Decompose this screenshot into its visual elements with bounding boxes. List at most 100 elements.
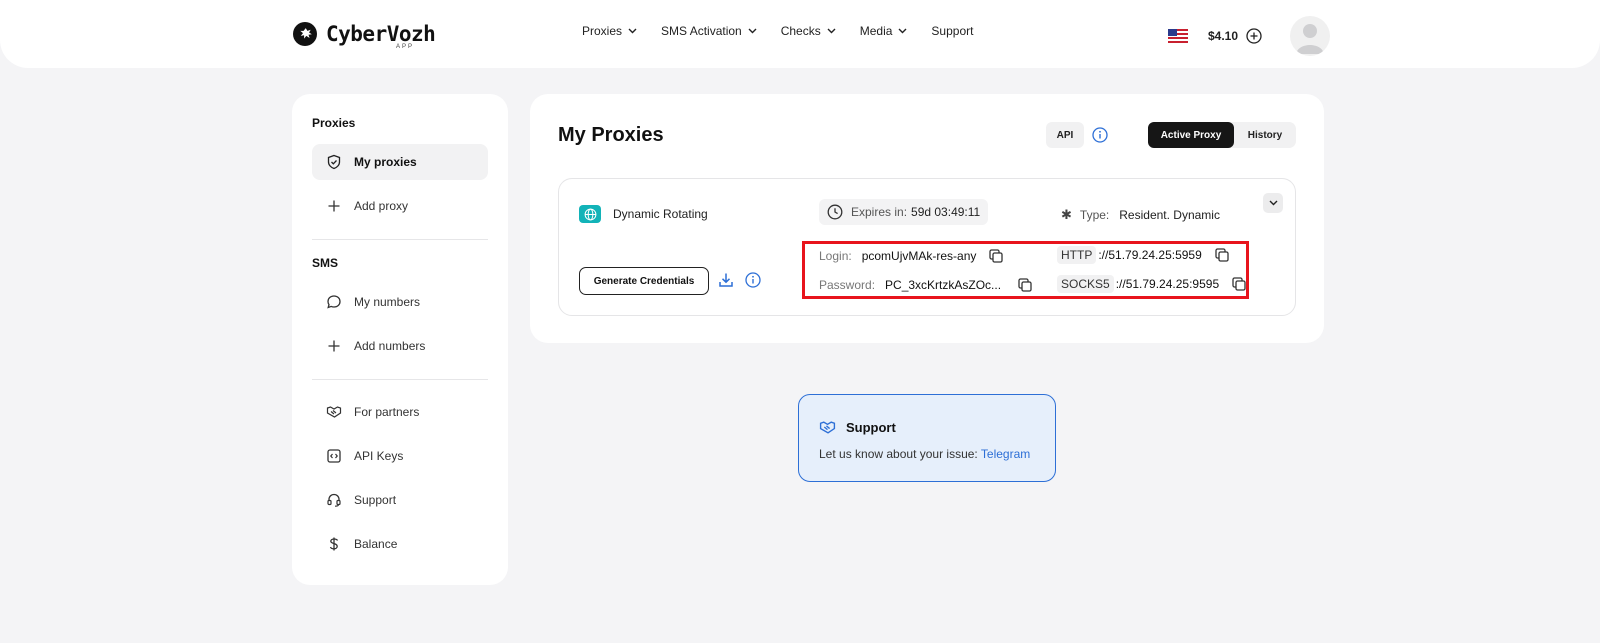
expires-value: 59d 03:49:11 xyxy=(911,205,981,219)
nav-media[interactable]: Media xyxy=(860,24,908,38)
sidebar-item-support[interactable]: Support xyxy=(312,482,488,518)
copy-icon[interactable] xyxy=(1017,277,1033,293)
nav-sms-activation[interactable]: SMS Activation xyxy=(661,24,757,38)
expires-label: Expires in: xyxy=(851,205,908,219)
sidebar-heading-proxies: Proxies xyxy=(312,116,356,130)
nav-label: Checks xyxy=(780,24,821,38)
brand-logo[interactable]: CyberVozh APP xyxy=(292,18,436,50)
collapse-button[interactable] xyxy=(1263,193,1283,213)
shield-check-icon xyxy=(327,154,341,170)
proxy-card: Dynamic Rotating Expires in: 59d 03:49:1… xyxy=(558,178,1296,316)
chevron-down-icon xyxy=(898,28,907,34)
us-flag-icon[interactable] xyxy=(1168,29,1188,43)
avatar[interactable] xyxy=(1290,16,1331,56)
proxy-type-info: ✱ Type: Resident. Dynamic xyxy=(1061,207,1220,223)
logo-icon xyxy=(293,22,317,46)
plus-icon xyxy=(328,340,340,352)
http-tag: HTTP xyxy=(1057,246,1097,264)
type-label: Type: xyxy=(1079,208,1110,222)
sidebar-item-label: Add proxy xyxy=(354,199,409,213)
http-row: HTTP ://51.79.24.25:5959 xyxy=(1057,246,1230,264)
sidebar-item-label: API Keys xyxy=(354,449,404,463)
login-value: pcomUjvMAk-res-any xyxy=(861,249,977,263)
globe-icon xyxy=(584,208,596,220)
api-button[interactable]: API xyxy=(1046,122,1084,148)
proxy-type: Dynamic Rotating xyxy=(579,205,708,223)
nav-label: Proxies xyxy=(582,24,623,38)
handshake-icon xyxy=(819,421,836,434)
plus-icon xyxy=(328,200,340,212)
balance-amount: $4.10 xyxy=(1208,29,1239,43)
sidebar-divider xyxy=(312,239,488,240)
asterisk-icon: ✱ xyxy=(1061,207,1072,222)
chevron-down-icon xyxy=(827,28,836,34)
password-row: Password: PC_3xcKrtzkAsZOc... xyxy=(819,277,1033,293)
chevron-down-icon xyxy=(748,28,757,34)
support-title: Support xyxy=(819,419,896,436)
socks5-tag: SOCKS5 xyxy=(1057,275,1114,293)
main-nav: Proxies SMS Activation Checks Media Supp… xyxy=(582,24,997,38)
socks5-value: ://51.79.24.25:9595 xyxy=(1115,277,1220,291)
sidebar-item-balance[interactable]: Balance xyxy=(312,526,488,562)
nav-checks[interactable]: Checks xyxy=(781,24,836,38)
copy-icon[interactable] xyxy=(1214,247,1230,263)
info-icon[interactable] xyxy=(745,272,761,288)
nav-label: Support xyxy=(931,24,974,38)
sidebar-divider xyxy=(312,379,488,380)
chat-bubble-icon xyxy=(327,295,341,309)
support-text: Let us know about your issue: Telegram xyxy=(819,447,1030,461)
tab-active-proxy[interactable]: Active Proxy xyxy=(1148,122,1234,148)
http-value: ://51.79.24.25:5959 xyxy=(1098,248,1202,262)
download-icon[interactable] xyxy=(717,271,735,289)
generate-credentials-button[interactable]: Generate Credentials xyxy=(579,267,709,295)
headset-icon xyxy=(327,493,341,507)
sidebar-item-label: For partners xyxy=(354,405,420,419)
copy-icon[interactable] xyxy=(988,248,1004,264)
support-box: Support Let us know about your issue: Te… xyxy=(798,394,1056,482)
sidebar-item-my-numbers[interactable]: My numbers xyxy=(312,284,488,320)
top-bar: CyberVozh APP Proxies SMS Activation Che… xyxy=(0,0,1600,68)
brand-sub: APP xyxy=(396,44,415,50)
nav-proxies[interactable]: Proxies xyxy=(582,24,637,38)
type-value: Resident. Dynamic xyxy=(1119,208,1220,222)
nav-label: SMS Activation xyxy=(661,24,742,38)
my-proxies-panel: My Proxies API Active Proxy History Dyna… xyxy=(530,94,1324,343)
globe-badge xyxy=(579,205,601,223)
telegram-link[interactable]: Telegram xyxy=(981,447,1030,461)
password-label: Password: xyxy=(819,278,876,292)
sidebar-item-label: My numbers xyxy=(354,295,421,309)
user-avatar-icon xyxy=(1296,24,1325,54)
code-icon xyxy=(327,449,341,463)
copy-icon[interactable] xyxy=(1231,276,1247,292)
sidebar: Proxies My proxies Add proxy SMS My numb… xyxy=(292,94,508,585)
nav-support[interactable]: Support xyxy=(931,24,973,38)
sidebar-item-add-proxy[interactable]: Add proxy xyxy=(312,188,488,224)
sidebar-item-label: Support xyxy=(354,493,397,507)
sidebar-item-add-numbers[interactable]: Add numbers xyxy=(312,328,488,364)
chevron-down-icon xyxy=(1269,200,1277,206)
sidebar-item-api-keys[interactable]: API Keys xyxy=(312,438,488,474)
socks5-row: SOCKS5 ://51.79.24.25:9595 xyxy=(1057,275,1247,293)
sidebar-item-label: Balance xyxy=(354,537,398,551)
sidebar-item-for-partners[interactable]: For partners xyxy=(312,394,488,430)
chevron-down-icon xyxy=(628,28,637,34)
add-balance-icon[interactable] xyxy=(1246,28,1262,44)
sidebar-item-label: Add numbers xyxy=(354,339,426,353)
support-message: Let us know about your issue: xyxy=(819,447,981,461)
clock-icon xyxy=(827,204,843,220)
tab-history[interactable]: History xyxy=(1234,122,1296,148)
sidebar-item-my-proxies[interactable]: My proxies xyxy=(312,144,488,180)
support-title-text: Support xyxy=(846,420,896,435)
sidebar-heading-sms: SMS xyxy=(312,256,339,270)
info-icon[interactable] xyxy=(1092,127,1108,143)
expires-badge: Expires in: 59d 03:49:11 xyxy=(819,199,989,225)
brand-name: CyberVozh xyxy=(326,22,436,46)
proxy-name: Dynamic Rotating xyxy=(613,207,708,221)
sidebar-item-label: My proxies xyxy=(354,155,417,169)
password-value: PC_3xcKrtzkAsZOc... xyxy=(885,278,1002,292)
handshake-icon xyxy=(326,406,342,418)
login-label: Login: xyxy=(819,249,852,263)
proxy-tabs: Active Proxy History xyxy=(1148,122,1296,148)
nav-label: Media xyxy=(859,24,893,38)
login-row: Login: pcomUjvMAk-res-any xyxy=(819,248,1004,264)
